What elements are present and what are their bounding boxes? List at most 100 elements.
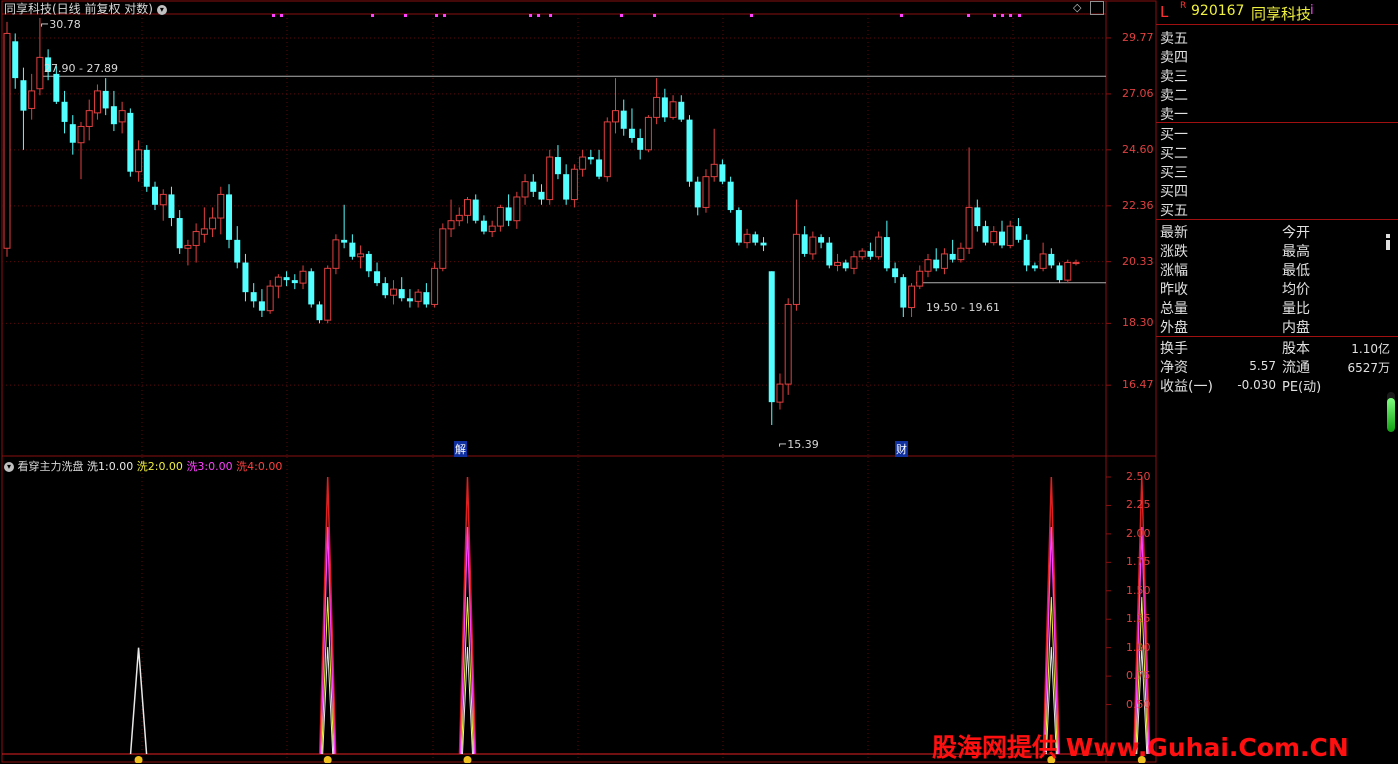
event-marker-unlock[interactable]: 解 bbox=[454, 441, 467, 457]
quote-volume: 总量 bbox=[1160, 301, 1188, 317]
stock-code: 920167 bbox=[1191, 3, 1245, 19]
candle-body bbox=[423, 292, 430, 305]
candle-body bbox=[1064, 262, 1072, 281]
candle-body bbox=[69, 124, 76, 143]
indicator-dot bbox=[463, 756, 472, 763]
candle-body bbox=[892, 268, 899, 278]
event-dot bbox=[653, 14, 656, 17]
candle-body bbox=[85, 110, 93, 127]
event-dot bbox=[900, 14, 903, 17]
candle-body bbox=[439, 228, 447, 269]
candle-body bbox=[521, 181, 529, 198]
candle-body bbox=[924, 259, 932, 272]
candle-body bbox=[324, 267, 332, 321]
l-marker[interactable]: L bbox=[1160, 3, 1168, 21]
candle-body bbox=[842, 262, 849, 269]
candle-body bbox=[349, 242, 356, 257]
candle-body bbox=[513, 196, 521, 222]
ind-label-3: 洗3: bbox=[186, 460, 209, 473]
candle-body bbox=[596, 159, 603, 177]
info-icon[interactable] bbox=[1385, 234, 1391, 250]
event-dot bbox=[1018, 14, 1021, 17]
candle-body bbox=[200, 228, 208, 235]
candle-body bbox=[694, 181, 701, 208]
sell-4: 卖四 bbox=[1160, 50, 1188, 66]
ind-value-1: 0.00 bbox=[108, 460, 134, 473]
buy-4: 买四 bbox=[1160, 184, 1188, 200]
candle-body bbox=[661, 97, 668, 118]
candle-body bbox=[176, 218, 183, 249]
divider bbox=[1156, 219, 1398, 220]
stat-value-capital: 1.10亿 bbox=[1351, 342, 1390, 356]
candle-body bbox=[1039, 253, 1047, 269]
candle-body bbox=[867, 251, 874, 257]
chevron-down-icon[interactable]: ▾ bbox=[4, 462, 14, 472]
candle-body bbox=[77, 125, 85, 144]
scrollbar-thumb[interactable] bbox=[1387, 398, 1395, 432]
quote-panel: L R 920167 同享科技 i 卖五 卖四 卖三 卖二 卖一 买一 买二 买… bbox=[1156, 0, 1398, 763]
indicator-spike bbox=[129, 647, 148, 755]
candle-body bbox=[818, 237, 825, 243]
stat-value-eps: -0.030 bbox=[1237, 378, 1276, 392]
candle-body bbox=[291, 280, 298, 284]
price-tick-label: 27.06 bbox=[1122, 86, 1154, 100]
indicator-tick-label: 1.00 bbox=[1126, 640, 1151, 654]
indicator-tick-label: 1.50 bbox=[1126, 583, 1151, 597]
indicator-tick-label: 0.75 bbox=[1126, 669, 1151, 683]
indicator-tick-label: 1.75 bbox=[1126, 555, 1151, 569]
ind-value-3: 0.00 bbox=[208, 460, 233, 473]
window-toggle-icon[interactable] bbox=[1090, 1, 1104, 15]
sell-3: 卖三 bbox=[1160, 69, 1188, 85]
ind-label-1: 洗1: bbox=[87, 460, 109, 473]
ind-value-4: 0.00 bbox=[257, 460, 283, 473]
candle-body bbox=[93, 90, 101, 114]
candle-body bbox=[900, 277, 907, 308]
buy-5: 买五 bbox=[1160, 203, 1188, 219]
quote-low: 最低 bbox=[1282, 263, 1310, 279]
candle-body bbox=[1023, 239, 1030, 266]
candle-body bbox=[908, 285, 916, 309]
candle-body bbox=[447, 220, 455, 230]
candle-body bbox=[792, 233, 800, 305]
candle-body bbox=[850, 256, 858, 269]
candle-body bbox=[965, 206, 973, 249]
candle-body bbox=[538, 191, 545, 200]
candle-body bbox=[184, 244, 192, 249]
candle-body bbox=[784, 303, 792, 385]
indicator-tick-label: 1.25 bbox=[1126, 612, 1151, 626]
chevron-down-icon[interactable]: ▾ bbox=[156, 4, 167, 15]
indicator-title: ▾ 看穿主力洗盘 洗1:0.00 洗2:0.00 洗3:0.00 洗4:0.00 bbox=[4, 458, 282, 474]
candle-body bbox=[102, 90, 109, 109]
stat-label-netasset: 净资 bbox=[1160, 360, 1188, 376]
min-price-label: ⌐15.39 bbox=[778, 438, 819, 451]
candle-body bbox=[940, 253, 948, 269]
indicator-name: 看穿主力洗盘 bbox=[17, 460, 84, 473]
diamond-icon[interactable]: ◇ bbox=[1073, 1, 1081, 14]
hline-label-2: 19.50 - 19.61 bbox=[926, 301, 1000, 314]
candle-body bbox=[143, 149, 150, 187]
quote-latest: 最新 bbox=[1160, 225, 1188, 241]
candle-body bbox=[743, 233, 751, 244]
candle-body bbox=[127, 112, 134, 172]
candle-body bbox=[505, 207, 512, 221]
candle-body bbox=[389, 288, 397, 296]
quote-change: 涨跌 bbox=[1160, 244, 1188, 260]
candle-body bbox=[563, 174, 570, 200]
candle-body bbox=[809, 236, 817, 255]
event-dot bbox=[1001, 14, 1004, 17]
candle-body bbox=[570, 168, 578, 201]
candle-body bbox=[414, 291, 422, 302]
candle-body bbox=[530, 181, 537, 192]
candle-body bbox=[998, 231, 1005, 246]
scrollbar[interactable] bbox=[1387, 392, 1395, 432]
info-icon[interactable]: i bbox=[1310, 3, 1314, 18]
candle-body bbox=[274, 276, 282, 287]
candle-body bbox=[653, 96, 661, 118]
candle-body bbox=[768, 271, 775, 403]
candle-body bbox=[710, 163, 718, 178]
candle-body bbox=[365, 253, 372, 272]
candle-body bbox=[12, 41, 19, 79]
event-dot bbox=[620, 14, 623, 17]
event-marker-finance[interactable]: 财 bbox=[895, 441, 908, 457]
candle-body bbox=[620, 110, 627, 129]
